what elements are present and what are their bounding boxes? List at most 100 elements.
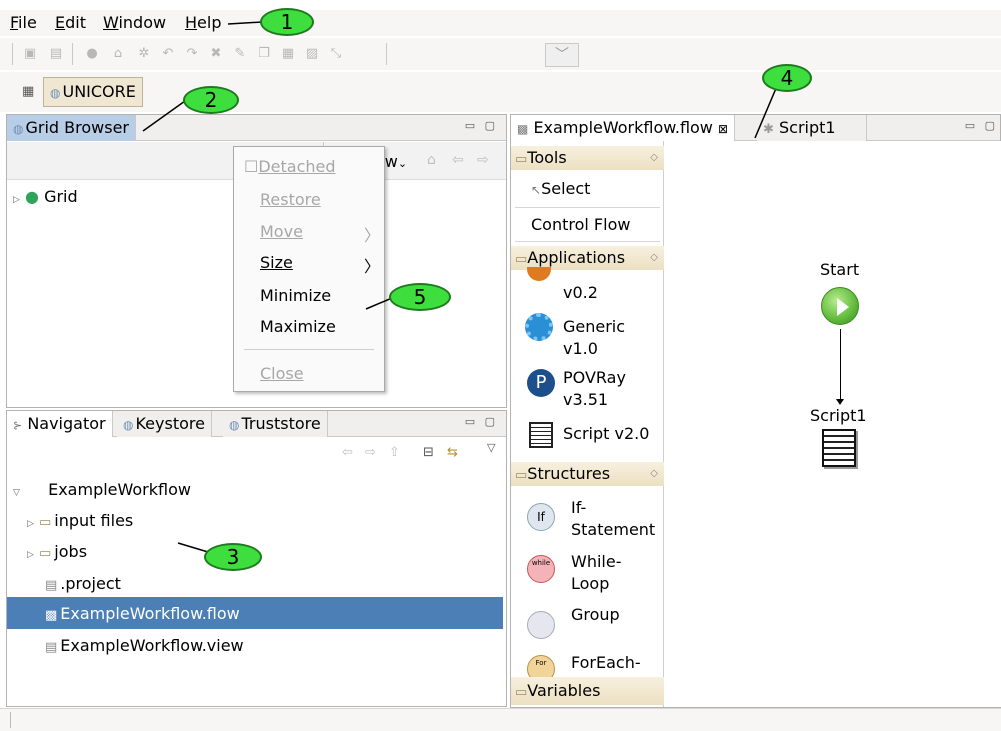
flow-file-icon: ▩ — [517, 122, 529, 136]
pin-icon[interactable]: ◇ — [650, 462, 658, 486]
workflow-canvas[interactable]: Start Script1 — [665, 141, 1001, 707]
view-menu-icon[interactable]: ▽ — [487, 441, 495, 454]
forward-icon[interactable]: ⇨ — [365, 445, 376, 460]
folder-icon: ▭ — [515, 152, 528, 167]
palette-tools-header[interactable]: ▭Tools ◇ — [511, 146, 664, 170]
palette-if-statement[interactable]: If- Statement — [571, 497, 655, 541]
copy-icon[interactable]: ❐ — [256, 46, 272, 62]
palette-control-flow[interactable]: Control Flow — [531, 215, 630, 234]
close-icon[interactable]: ⊠ — [718, 122, 728, 136]
back-icon[interactable]: ⇦ — [452, 152, 464, 168]
main-toolbar: ▣ ▤ ● ⌂ ✲ ↶ ↷ ✖ ✎ ❐ ▦ ▨ ⤡ ﹀ — [0, 38, 1001, 70]
menu-item-detached[interactable]: ☐Detached — [244, 157, 336, 176]
zoom-icon[interactable]: ⤡ — [328, 46, 344, 62]
pin-icon[interactable]: ◇ — [650, 146, 658, 170]
tab-truststore[interactable]: ◍ Truststore — [223, 411, 328, 437]
open-perspective-icon[interactable]: ▦ — [22, 84, 38, 100]
status-bar — [0, 708, 1001, 731]
minimize-maximize-icon[interactable]: ▭ ▢ — [965, 119, 998, 132]
palette-group[interactable]: Group — [571, 605, 620, 624]
folder-icon: ▭ — [515, 252, 528, 267]
menu-window[interactable]: Window — [103, 13, 166, 32]
tree-item-folder[interactable]: ▷ ▭ jobs — [27, 542, 87, 561]
run-icon[interactable]: ● — [84, 46, 100, 62]
while-loop-icon: while — [527, 555, 555, 583]
toolbar-separator — [386, 43, 387, 65]
menu-item-close[interactable]: Close — [260, 364, 304, 383]
palette-variables-header[interactable]: ▭Variables — [511, 677, 664, 705]
script-node[interactable] — [822, 429, 856, 467]
menu-help[interactable]: Help — [185, 13, 221, 32]
tab-grid-browser[interactable]: ◍ Grid Browser — [7, 115, 136, 141]
paste-icon[interactable]: ▦ — [280, 46, 296, 62]
palette-while-loop[interactable]: While- Loop — [571, 551, 621, 595]
folder-icon: ▭ — [515, 468, 528, 483]
image-icon[interactable]: ▨ — [304, 46, 320, 62]
grid-globe-icon: ◍ — [50, 86, 61, 100]
tree-item-folder[interactable]: ▷ ▭ input files — [27, 511, 133, 530]
status-separator — [10, 712, 11, 728]
palette-app-generic[interactable]: Generic v1.0 — [563, 316, 625, 360]
back-icon[interactable]: ⇦ — [342, 445, 353, 460]
palette-foreach[interactable]: ForEach- — [571, 653, 641, 672]
menu-item-minimize[interactable]: Minimize — [260, 286, 331, 305]
menu-item-move[interactable]: Move 〉 — [260, 222, 380, 245]
perspective-unicore-button[interactable]: ◍ UNICORE — [43, 77, 143, 107]
menu-bar: File Edit Window Help — [0, 10, 1001, 36]
link-editor-icon[interactable]: ⇆ — [447, 445, 458, 460]
script-node-label: Script1 — [810, 406, 867, 425]
flow-file-icon: ▩ — [45, 608, 58, 623]
menu-item-maximize[interactable]: Maximize — [260, 317, 336, 336]
home-icon[interactable]: ⌂ — [110, 46, 126, 62]
undo-icon[interactable]: ↶ — [160, 46, 176, 62]
expand-icon[interactable]: ▷ — [27, 550, 39, 560]
tree-item-file[interactable]: ▤ .project — [45, 574, 121, 593]
globe-icon: ● — [25, 187, 39, 206]
menu-item-restore[interactable]: Restore — [260, 190, 321, 209]
chevron-right-icon: 〉 — [363, 257, 380, 276]
expand-icon[interactable]: ▷ — [27, 519, 39, 529]
collapse-all-icon[interactable]: ⊟ — [423, 445, 434, 460]
generic-gear-icon — [525, 313, 553, 341]
tab-exampleworkflow-flow[interactable]: ▩ ExampleWorkflow.flow ⊠ — [511, 115, 736, 141]
expand-icon[interactable]: ▷ — [13, 195, 25, 205]
minimize-maximize-icon[interactable]: ▭ ▢ — [465, 415, 498, 428]
up-icon[interactable]: ⇧ — [389, 445, 400, 460]
palette: ▭Tools ◇ ↖Select Control Flow ▭Applicatio… — [511, 141, 664, 707]
delete-icon[interactable]: ✖ — [208, 46, 224, 62]
tab-script1[interactable]: ✱ Script1 — [757, 115, 867, 141]
collapse-icon[interactable]: ▽ — [13, 488, 25, 498]
tree-item-grid[interactable]: ▷ ● Grid — [13, 187, 78, 206]
edit-icon[interactable]: ✎ — [232, 46, 248, 62]
tab-navigator[interactable]: ⊱ Navigator — [7, 411, 113, 437]
palette-app-blender[interactable]: v0.2 — [563, 283, 598, 302]
palette-app-povray[interactable]: POVRay v3.51 — [563, 367, 626, 411]
play-icon — [837, 298, 849, 316]
cursor-icon: ↖ — [531, 183, 542, 197]
tree-item-project[interactable]: ▽ ExampleWorkflow — [13, 480, 191, 499]
file-icon: ▤ — [45, 578, 58, 593]
blender-icon — [527, 267, 551, 281]
menu-edit[interactable]: Edit — [55, 13, 86, 32]
palette-app-script[interactable]: Script v2.0 — [563, 424, 649, 443]
tree-item-file[interactable]: ▤ ExampleWorkflow.view — [45, 636, 244, 655]
forward-icon[interactable]: ⇨ — [477, 152, 489, 168]
save-icon[interactable]: ▣ — [22, 46, 38, 62]
save-all-icon[interactable]: ▤ — [48, 46, 64, 62]
redo-icon[interactable]: ↷ — [184, 46, 200, 62]
menu-file[interactable]: File — [10, 13, 37, 32]
start-node[interactable] — [821, 287, 859, 325]
tab-keystore[interactable]: ◍ Keystore — [117, 411, 212, 437]
menu-item-size[interactable]: Size 〉 — [260, 253, 380, 276]
view-context-menu: ☐Detached Restore Move 〉 Size 〉 Minimize M… — [233, 146, 385, 392]
home-icon[interactable]: ⌂ — [427, 152, 436, 168]
palette-select-tool[interactable]: ↖Select — [531, 179, 590, 198]
settings-icon[interactable]: ✲ — [136, 46, 152, 62]
start-node-label: Start — [820, 260, 860, 279]
chevron-down-icon[interactable]: ﹀ — [545, 43, 579, 67]
pin-icon[interactable]: ◇ — [650, 246, 658, 270]
minimize-maximize-icon[interactable]: ▭ ▢ — [465, 119, 498, 132]
tree-item-file-selected[interactable]: ▩ ExampleWorkflow.flow — [45, 604, 240, 623]
connection-line[interactable] — [840, 329, 841, 403]
palette-structures-header[interactable]: ▭Structures ◇ — [511, 462, 664, 486]
